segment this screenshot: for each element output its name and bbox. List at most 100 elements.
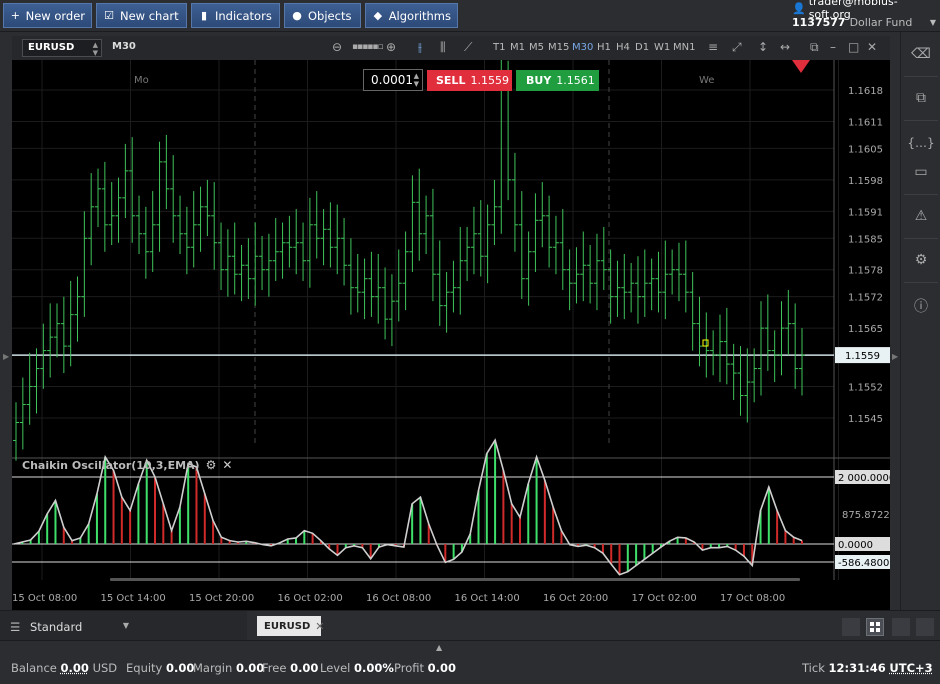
layout-columns-button[interactable] (892, 618, 910, 636)
tf-d1[interactable]: D1 (635, 42, 649, 53)
chevron-down-icon: ▼ (122, 621, 129, 630)
zoom-in-icon[interactable]: ⊕ (386, 40, 396, 54)
layout-grid-button[interactable] (866, 618, 884, 636)
collapse-panel-icon[interactable]: ▲ (436, 643, 442, 652)
algorithms-button[interactable]: ◆ Algorithms (365, 3, 458, 28)
price-bar (614, 260, 621, 317)
indicators-button[interactable]: ▮ Indicators (191, 3, 280, 28)
popout-icon[interactable]: ⧉ (810, 40, 819, 55)
line-chart-type-icon[interactable]: ⟋ (464, 40, 472, 55)
copy-icon[interactable]: ⧉ (901, 90, 940, 106)
tab-eurusd[interactable]: EURUSD ✕ (257, 616, 325, 636)
layout-rows-button[interactable] (916, 618, 934, 636)
chart-tab-bar: ☰ Standard ▼ EURUSD ✕ (0, 610, 940, 641)
zoom-out-icon[interactable]: ⊖ (332, 40, 342, 54)
price-bar (334, 204, 341, 275)
tf-w1[interactable]: W1 (654, 42, 670, 53)
settings-icon[interactable]: ⚙ (901, 252, 940, 268)
price-bar (190, 191, 197, 268)
account-panel[interactable]: 👤 trader@mobius-soft.org 1137577 Dollar … (792, 0, 936, 30)
price-bar (716, 314, 723, 383)
tf-m30[interactable]: M30 (572, 42, 593, 53)
buy-button[interactable]: BUY 1.1561 (516, 70, 599, 91)
price-bar (587, 245, 594, 304)
tf-t1[interactable]: T1 (493, 42, 505, 53)
price-bar (265, 233, 272, 297)
day-labels: Mo We (134, 75, 714, 86)
layout-selector[interactable]: ☰ Standard ▼ (0, 611, 247, 641)
indicator-list-icon[interactable]: ≡ (708, 40, 718, 54)
price-bar (361, 258, 368, 320)
bars-icon: ▮ (200, 9, 208, 22)
price-bar (368, 251, 375, 317)
price-bar (737, 346, 744, 416)
vertical-line-tool-icon[interactable]: ↕ (758, 40, 768, 54)
price-chart[interactable]: Mo We 1.1618 1.1611 1.1605 1.1598 1.1591 1.158… (12, 47, 895, 610)
close-icon[interactable]: ✕ (222, 458, 232, 472)
close-tab-icon[interactable]: ✕ (315, 620, 324, 633)
lot-size-input[interactable]: 0.0001 ▲ ▼ (363, 69, 423, 91)
price-bar (423, 195, 430, 254)
terminal-icon[interactable]: ▭ (901, 164, 940, 180)
maximize-icon[interactable]: □ (848, 40, 859, 54)
price-bar (81, 211, 88, 317)
timezone-selector[interactable]: UTC+3 (889, 661, 932, 675)
price-bar (511, 152, 518, 252)
price-bar (313, 191, 320, 259)
tf-m15[interactable]: M15 (548, 42, 569, 53)
price-bar (600, 227, 607, 290)
x-tick-label: 16 Oct 14:00 (455, 593, 520, 604)
price-bar (149, 191, 156, 272)
zoom-slider-icon[interactable]: ▪▪▪▪▪▫ (352, 42, 384, 52)
tf-m5[interactable]: M5 (529, 42, 544, 53)
price-bar (402, 231, 409, 311)
new-order-button[interactable]: + New order (3, 3, 92, 28)
osc-tick-label: -586.4800 (838, 558, 889, 569)
tf-h4[interactable]: H4 (616, 42, 630, 53)
price-bar (259, 236, 266, 290)
y-tick-label: 1.1611 (848, 117, 883, 128)
candle-chart-type-icon[interactable]: ⫼ (440, 40, 446, 55)
tf-m1[interactable]: M1 (510, 42, 525, 53)
warning-icon[interactable]: ⚠ (901, 208, 940, 224)
symbol-selector[interactable]: EURUSD ▲ ▼ (22, 39, 102, 57)
price-bars (13, 47, 805, 461)
close-chart-icon[interactable]: ✕ (867, 40, 877, 54)
chart-canvas[interactable]: Mo We 1.1618 1.1611 1.1605 1.1598 1.1591 1.158… (12, 47, 895, 610)
price-bar (300, 222, 307, 281)
tf-mn1[interactable]: MN1 (673, 42, 695, 53)
price-bar (409, 175, 416, 272)
horizontal-line-tool-icon[interactable]: ↔ (780, 40, 790, 54)
objects-button[interactable]: ● Objects (284, 3, 361, 28)
tf-h1[interactable]: H1 (597, 42, 611, 53)
price-bar (648, 258, 655, 311)
minimize-icon[interactable]: – (830, 40, 836, 54)
price-bar (566, 249, 573, 311)
price-bar (655, 251, 662, 313)
price-bar (675, 242, 682, 302)
price-bar (525, 231, 532, 306)
script-icon[interactable]: {…} (901, 136, 940, 150)
price-bar (341, 218, 348, 286)
bar-chart-type-icon[interactable]: ⫲ (418, 40, 422, 55)
y-tick-label: 1.1618 (848, 86, 883, 97)
fund-name: Dollar Fund (849, 16, 913, 29)
current-price-label: 1.1559 (845, 351, 880, 362)
osc-tick-label: 2 000.0000 (838, 473, 890, 484)
expand-left-icon[interactable]: ▶ (3, 352, 9, 361)
last-trade-marker (702, 339, 709, 347)
new-chart-button[interactable]: ☑ New chart (96, 3, 187, 28)
expand-right-icon[interactable]: ▶ (892, 352, 898, 361)
y-tick-label: 1.1598 (848, 176, 883, 187)
gear-icon[interactable]: ⚙ (206, 458, 217, 472)
price-bar (272, 218, 279, 281)
price-bar (60, 296, 67, 374)
eraser-icon[interactable]: ⌫ (901, 46, 940, 62)
chevron-down-icon[interactable]: ▼ (930, 18, 936, 27)
price-bar (211, 182, 218, 270)
stepper-icon[interactable]: ▲ ▼ (414, 72, 419, 88)
trendline-tool-icon[interactable]: ⤢ (732, 40, 742, 55)
sell-button[interactable]: SELL 1.1559 (427, 70, 512, 91)
info-icon[interactable]: ⓘ (901, 296, 940, 316)
layout-single-button[interactable] (842, 618, 860, 636)
